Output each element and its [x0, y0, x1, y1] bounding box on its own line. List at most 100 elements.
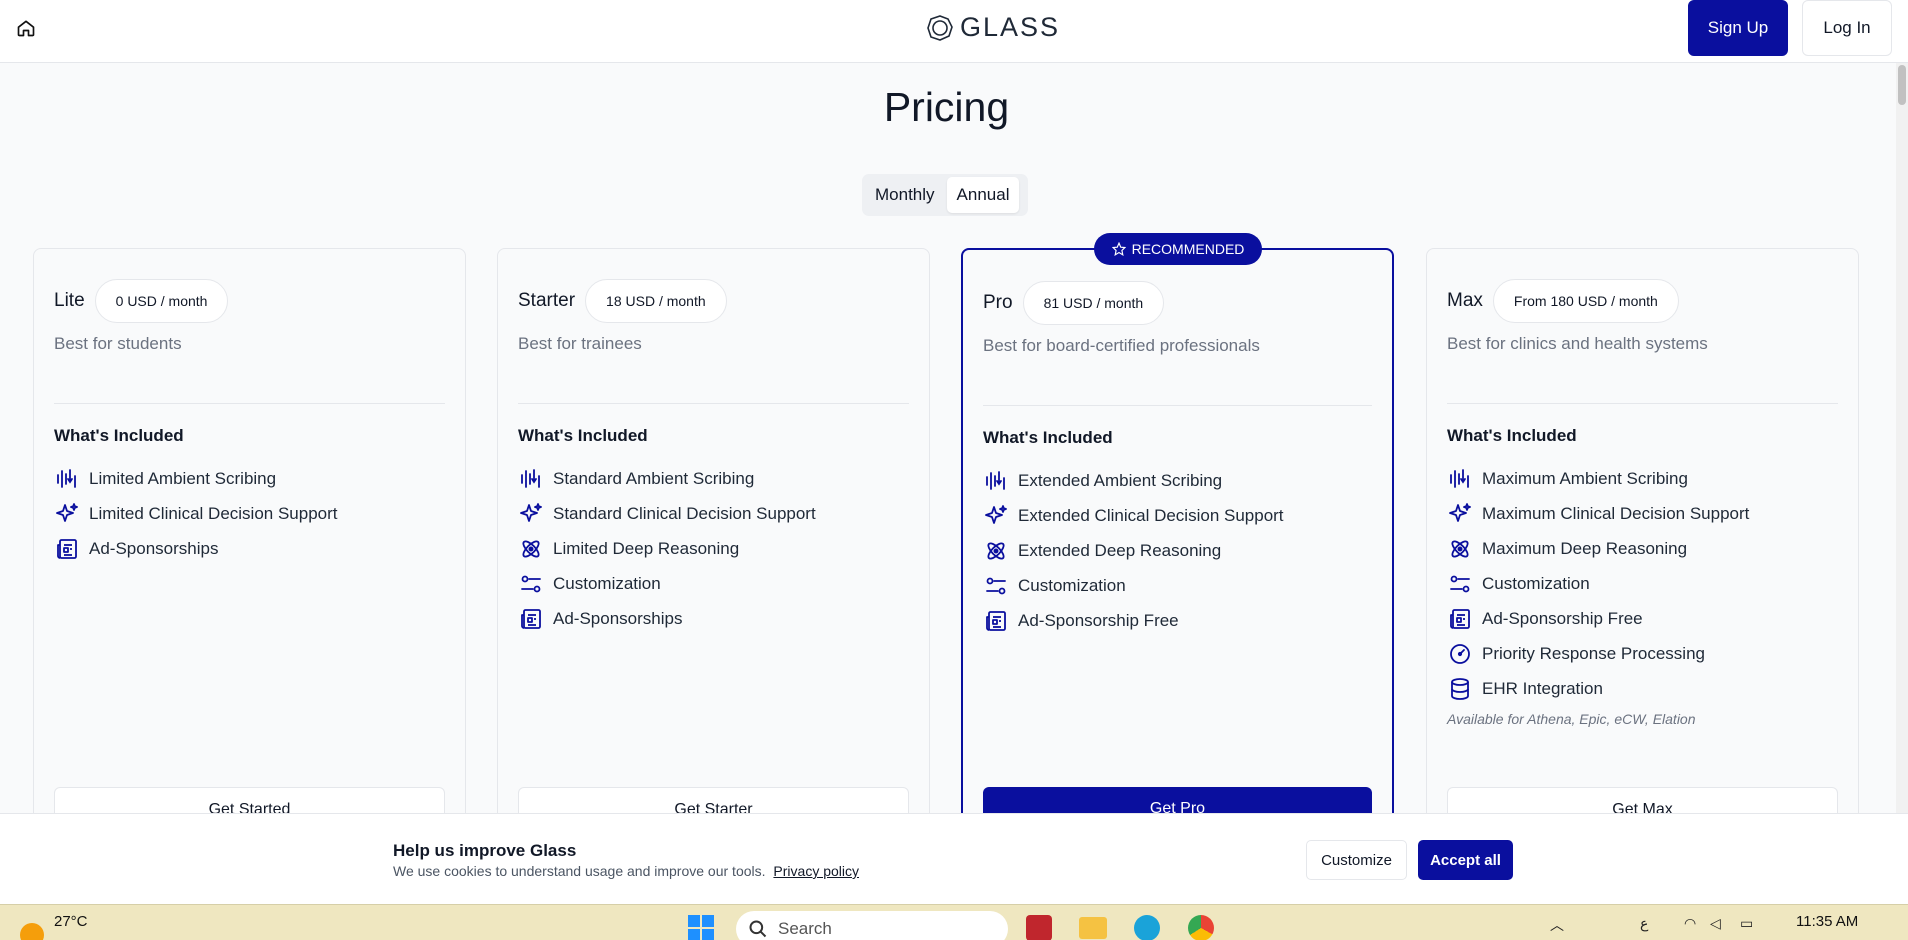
feature-item: Priority Response Processing [1447, 636, 1749, 671]
feature-label: Limited Clinical Decision Support [89, 503, 338, 523]
feature-label: Customization [553, 573, 661, 593]
scrollbar[interactable] [1896, 63, 1908, 813]
feature-label: Ad-Sponsorships [89, 538, 219, 558]
taskbar-search[interactable]: Search [736, 911, 1008, 940]
cookie-accept-button[interactable]: Accept all [1418, 840, 1513, 880]
feature-list: Standard Ambient Scribing Standard Clini… [518, 461, 816, 636]
plan-divider [54, 403, 445, 404]
plan-price: 18 USD / month [585, 279, 727, 323]
plan-price: 81 USD / month [1022, 281, 1165, 325]
whats-included-title: What's Included [54, 426, 184, 445]
cookie-customize-button[interactable]: Customize [1306, 840, 1407, 880]
battery-icon[interactable]: ▭ [1740, 915, 1753, 932]
feature-item: Extended Clinical Decision Support [983, 498, 1284, 533]
os-taskbar: 27°C Search ︿ ع ◠ ◁ ▭ 11:35 AM [0, 904, 1908, 940]
feature-item: Limited Ambient Scribing [54, 461, 338, 496]
sparkle-icon [983, 503, 1008, 528]
feature-item: Ad-Sponsorships [54, 531, 338, 566]
sliders-icon [1447, 571, 1472, 596]
sign-up-button[interactable]: Sign Up [1688, 0, 1788, 56]
chrome-browser-icon[interactable] [1186, 913, 1216, 940]
cookie-banner: Help us improve Glass We use cookies to … [0, 813, 1908, 904]
feature-label: EHR Integration [1482, 678, 1603, 698]
plan-name: Max [1447, 290, 1483, 311]
recommended-label: RECOMMENDED [1131, 241, 1245, 257]
atom-icon [983, 538, 1008, 563]
log-in-button[interactable]: Log In [1802, 0, 1892, 56]
plan-card-lite: Lite 0 USD / month Best for students What… [33, 248, 466, 848]
plan-description: Best for clinics and health systems [1447, 334, 1708, 353]
ambient-scribing-icon [983, 468, 1008, 493]
recommended-badge: RECOMMENDED [1094, 233, 1262, 265]
feature-label: Limited Deep Reasoning [553, 538, 740, 558]
feature-label: Maximum Clinical Decision Support [1482, 503, 1750, 523]
ambient-scribing-icon [54, 466, 79, 491]
feature-item: Extended Deep Reasoning [983, 533, 1284, 568]
clock[interactable]: 11:35 AM [1796, 913, 1858, 930]
edge-browser-icon[interactable] [1132, 913, 1162, 940]
feature-item: Standard Ambient Scribing [518, 461, 816, 496]
feature-item: Customization [518, 566, 816, 601]
feature-item: EHR Integration [1447, 671, 1749, 706]
file-explorer-icon[interactable] [1078, 913, 1108, 940]
cookie-text: We use cookies to understand usage and i… [393, 863, 859, 879]
scrollbar-thumb[interactable] [1898, 65, 1906, 105]
newspaper-icon [983, 608, 1008, 633]
plan-header: Max From 180 USD / month [1447, 279, 1679, 323]
plan-description: Best for board-certified professionals [983, 336, 1260, 355]
windows-start-icon[interactable] [686, 913, 716, 940]
star-icon [1111, 242, 1126, 256]
feature-label: Ad-Sponsorship Free [1482, 608, 1643, 628]
taskbar-search-placeholder: Search [778, 919, 832, 938]
newspaper-icon [54, 536, 79, 561]
sparkle-icon [54, 501, 79, 526]
plan-divider [983, 405, 1372, 406]
sparkle-icon [518, 501, 543, 526]
billing-option-annual[interactable]: Annual [946, 177, 1020, 213]
ambient-scribing-icon [518, 466, 543, 491]
feature-list: Extended Ambient Scribing Extended Clini… [983, 463, 1284, 638]
plan-card-starter: Starter 18 USD / month Best for trainees… [497, 248, 930, 848]
feature-label: Ad-Sponsorships [553, 608, 683, 628]
pdf-app-icon[interactable] [1024, 913, 1054, 940]
privacy-policy-link[interactable]: Privacy policy [773, 863, 859, 879]
feature-item: Extended Ambient Scribing [983, 463, 1284, 498]
feature-list: Limited Ambient Scribing Limited Clinica… [54, 461, 338, 566]
newspaper-icon [1447, 606, 1472, 631]
plan-header: Pro 81 USD / month [983, 281, 1165, 325]
home-icon[interactable] [14, 16, 38, 40]
feature-item: Maximum Deep Reasoning [1447, 531, 1749, 566]
plan-description: Best for students [54, 334, 182, 353]
whats-included-title: What's Included [518, 426, 648, 445]
feature-label: Priority Response Processing [1482, 643, 1705, 663]
plan-note: Available for Athena, Epic, eCW, Elation [1447, 711, 1696, 727]
keyboard-language[interactable]: ع [1640, 915, 1648, 932]
feature-item: Ad-Sponsorships [518, 601, 816, 636]
feature-label: Standard Clinical Decision Support [553, 503, 816, 523]
feature-label: Extended Ambient Scribing [1018, 470, 1223, 490]
plan-price: 0 USD / month [94, 279, 229, 323]
sliders-icon [518, 571, 543, 596]
feature-item: Limited Clinical Decision Support [54, 496, 338, 531]
weather-widget[interactable]: 27°C [20, 913, 88, 940]
tray-chevron-icon[interactable]: ︿ [1550, 915, 1564, 935]
plan-divider [1447, 403, 1838, 404]
cookie-description: We use cookies to understand usage and i… [393, 863, 766, 879]
ambient-scribing-icon [1447, 466, 1472, 491]
logo-text: GLASS [960, 12, 1061, 42]
plan-divider [518, 403, 909, 404]
feature-label: Customization [1018, 575, 1126, 595]
cookie-title: Help us improve Glass [393, 841, 577, 860]
volume-icon[interactable]: ◁ [1710, 915, 1721, 932]
feature-label: Standard Ambient Scribing [553, 468, 755, 488]
plan-card-max: Max From 180 USD / month Best for clinic… [1426, 248, 1859, 848]
sliders-icon [983, 573, 1008, 598]
atom-icon [518, 536, 543, 561]
whats-included-title: What's Included [983, 428, 1113, 447]
wifi-icon[interactable]: ◠ [1684, 915, 1696, 932]
logo[interactable]: GLASS [926, 12, 1060, 43]
page-title: Pricing [883, 84, 1010, 130]
feature-item: Customization [983, 568, 1284, 603]
billing-option-monthly[interactable]: Monthly [865, 177, 945, 213]
sparkle-icon [1447, 501, 1472, 526]
